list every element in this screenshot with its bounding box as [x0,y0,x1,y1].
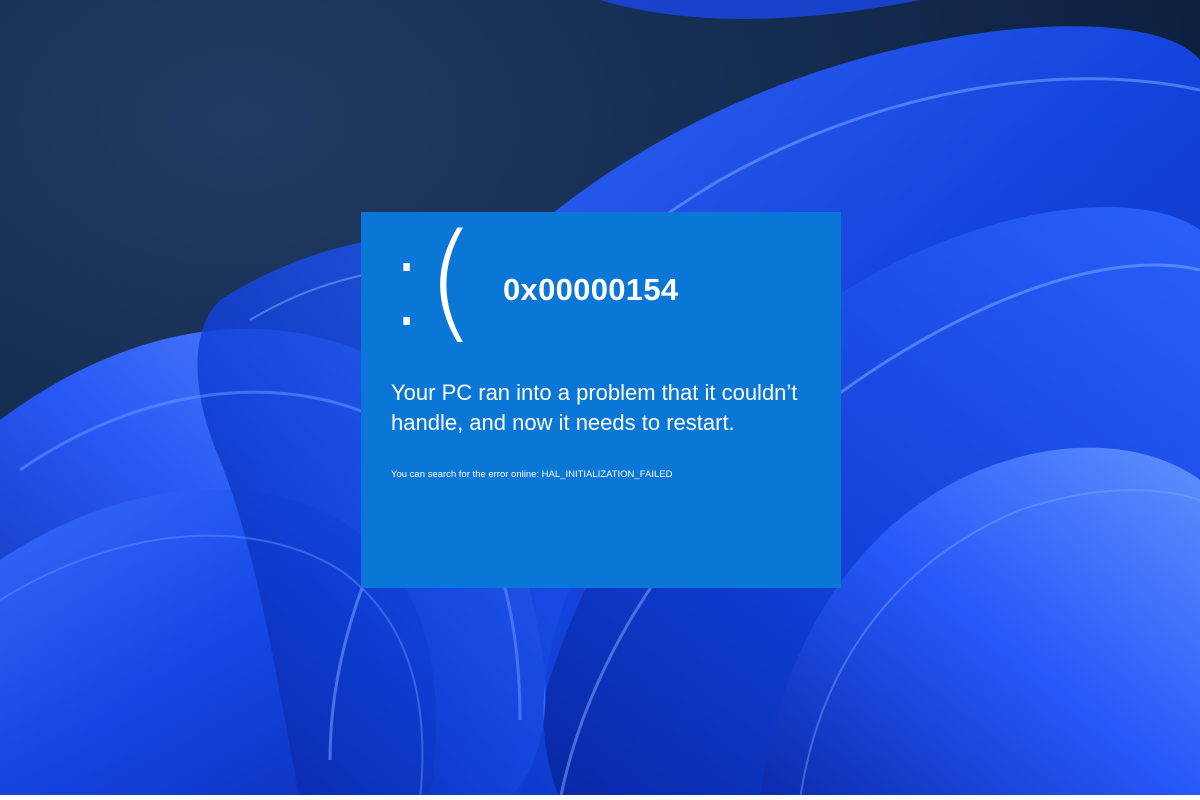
sad-face-text: :( [385,207,476,356]
sad-face-emoticon: :( [385,212,476,352]
stop-code: 0x00000154 [503,272,679,307]
bottom-border [0,795,1200,800]
error-search-hint: You can search for the error online: HAL… [391,469,673,480]
error-message: Your PC ran into a problem that it could… [391,380,798,435]
blue-screen-error-panel: :( 0x00000154 Your PC ran into a problem… [361,212,841,588]
